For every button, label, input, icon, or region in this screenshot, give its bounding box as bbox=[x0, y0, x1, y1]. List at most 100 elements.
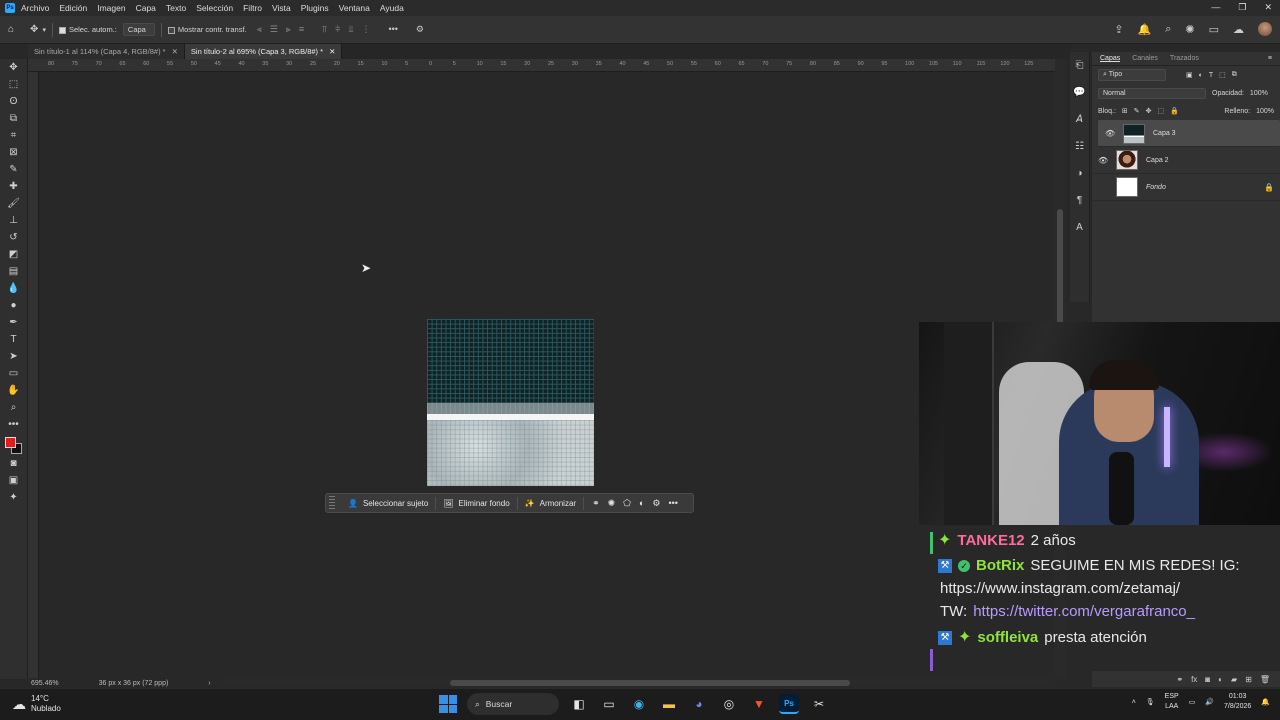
eye-icon[interactable]: 👁 bbox=[1098, 156, 1108, 165]
weather-widget[interactable]: ☁ 14°C Nublado bbox=[12, 694, 61, 714]
tray-arrow-icon[interactable]: ˄ bbox=[1132, 699, 1136, 706]
link-layers-icon[interactable]: ⚭ bbox=[1176, 675, 1183, 684]
menu-imagen[interactable]: Imagen bbox=[97, 3, 125, 13]
pen-tool-icon[interactable]: ✒ bbox=[0, 314, 27, 331]
history-icon[interactable]: ⎗ bbox=[1070, 52, 1089, 79]
tab-channels[interactable]: Canales bbox=[1132, 55, 1158, 62]
more-options-icon[interactable]: ••• bbox=[669, 498, 678, 509]
menu-filtro[interactable]: Filtro bbox=[243, 3, 262, 13]
menu-texto[interactable]: Texto bbox=[166, 3, 186, 13]
align-top-icon[interactable]: ⫪ bbox=[322, 24, 327, 35]
blur-tool-icon[interactable]: 💧 bbox=[0, 280, 27, 297]
tab-layers[interactable]: Capas bbox=[1100, 55, 1121, 62]
generative-icon[interactable]: ✦ bbox=[0, 489, 27, 506]
panel-menu-icon[interactable]: ≡ bbox=[1268, 55, 1272, 62]
close-icon[interactable]: ✕ bbox=[172, 47, 178, 56]
filter-pixel-icon[interactable]: ▣ bbox=[1186, 71, 1193, 79]
auto-select-checkbox[interactable] bbox=[58, 25, 69, 34]
opacity-input[interactable]: 100% bbox=[1250, 90, 1268, 97]
settings-icon[interactable]: ⚙ bbox=[652, 498, 660, 509]
layer-name[interactable]: Capa 2 bbox=[1146, 157, 1169, 164]
close-icon[interactable]: ✕ bbox=[329, 47, 335, 56]
paragraph-icon[interactable]: ¶ bbox=[1070, 187, 1089, 214]
filter-type-icon[interactable]: T bbox=[1209, 72, 1213, 79]
lock-pixels-icon[interactable]: ✎ bbox=[1134, 107, 1140, 115]
filter-adjust-icon[interactable]: ◐ bbox=[1199, 72, 1203, 79]
tab-paths[interactable]: Trazados bbox=[1170, 55, 1199, 62]
photoshop-taskbar-icon[interactable]: Ps bbox=[779, 694, 799, 714]
type-tool-icon[interactable]: T bbox=[0, 331, 27, 348]
zoom-tool-icon[interactable]: ⌕ bbox=[0, 399, 27, 416]
language-indicator[interactable]: ESP LAA bbox=[1165, 692, 1179, 712]
lock-all-icon[interactable]: 🔒 bbox=[1170, 107, 1179, 115]
menu-vista[interactable]: Vista bbox=[272, 3, 291, 13]
adjust-icon[interactable]: ✺ bbox=[608, 498, 616, 509]
zoom-level[interactable]: 695.46% bbox=[31, 680, 59, 687]
discord-icon[interactable]: ◕ bbox=[689, 694, 709, 714]
harmonize-button[interactable]: ✨ Armonizar bbox=[518, 496, 585, 510]
lasso-tool-icon[interactable]: ʘ bbox=[0, 93, 27, 110]
adjustments-icon[interactable]: ◑ bbox=[1070, 160, 1089, 187]
fx-icon[interactable]: fx bbox=[1191, 675, 1197, 684]
snipping-tool-icon[interactable]: ✂ bbox=[809, 694, 829, 714]
align-right-icon[interactable]: ⫸ bbox=[286, 24, 291, 35]
new-group-icon[interactable]: ▰ bbox=[1231, 675, 1237, 684]
marquee-tool-icon[interactable]: ⬚ bbox=[0, 76, 27, 93]
edge-browser-icon[interactable]: ◉ bbox=[629, 694, 649, 714]
quick-mask-icon[interactable]: ◙ bbox=[0, 455, 27, 472]
brave-browser-icon[interactable]: ▼ bbox=[749, 694, 769, 714]
chevron-down-icon[interactable]: ▾ bbox=[42, 26, 46, 34]
windows-start-icon[interactable] bbox=[439, 695, 457, 713]
crop-tool-icon[interactable]: ⌗ bbox=[0, 127, 27, 144]
lock-icon[interactable]: 🔒 bbox=[1264, 183, 1274, 192]
search-icon[interactable]: ⌕ bbox=[1165, 23, 1171, 36]
document-image[interactable] bbox=[427, 319, 594, 486]
taskbar-search[interactable]: ⌕ Buscar bbox=[467, 693, 559, 715]
contrast-icon[interactable]: ◐ bbox=[639, 498, 644, 509]
fill-input[interactable]: 100% bbox=[1256, 108, 1274, 115]
healing-brush-icon[interactable]: ✚ bbox=[0, 178, 27, 195]
add-mask-icon[interactable]: ◙ bbox=[1205, 675, 1210, 684]
home-icon[interactable]: ⌂ bbox=[8, 24, 14, 35]
align-bottom-icon[interactable]: ⫫ bbox=[348, 24, 353, 35]
menu-ayuda[interactable]: Ayuda bbox=[380, 3, 404, 13]
lock-transparent-icon[interactable]: ⊞ bbox=[1122, 107, 1128, 115]
eyedropper-tool-icon[interactable]: ✎ bbox=[0, 161, 27, 178]
discover-icon[interactable]: ✺ bbox=[1185, 23, 1194, 36]
workspace-icon[interactable]: ▭ bbox=[1209, 23, 1219, 36]
rectangle-tool-icon[interactable]: ▭ bbox=[0, 365, 27, 382]
scroll-thumb[interactable] bbox=[1057, 209, 1063, 339]
microphone-icon[interactable]: 🎙 bbox=[1146, 698, 1155, 706]
move-tool-icon[interactable]: ✥ bbox=[0, 59, 27, 76]
avatar[interactable] bbox=[1258, 22, 1272, 36]
align-center-icon[interactable]: ☰ bbox=[270, 24, 278, 35]
distribute-icon[interactable]: ≡ bbox=[299, 24, 304, 35]
chevron-right-icon[interactable]: › bbox=[208, 680, 210, 687]
screen-mode-icon[interactable]: ▣ bbox=[0, 472, 27, 489]
chat-link[interactable]: https://twitter.com/vergarafranco_ bbox=[973, 600, 1195, 623]
lock-position-icon[interactable]: ✥ bbox=[1146, 107, 1152, 115]
auto-select-dropdown[interactable]: Capa bbox=[122, 23, 155, 36]
layer-row-capa-3[interactable]: 👁 Capa 3 bbox=[1098, 120, 1280, 147]
eye-icon[interactable]: 👁 bbox=[1105, 129, 1115, 138]
new-layer-icon[interactable]: ⊞ bbox=[1245, 675, 1252, 684]
obs-icon[interactable]: ◎ bbox=[719, 694, 739, 714]
tab-document-1[interactable]: Sin título-1 al 114% (Capa 4, RGB/8#) * … bbox=[28, 44, 185, 59]
object-select-tool-icon[interactable]: ⧉ bbox=[0, 110, 27, 127]
character-icon[interactable]: 𝘈 bbox=[1070, 106, 1089, 133]
drag-handle[interactable] bbox=[329, 496, 335, 510]
volume-icon[interactable]: 🔊 bbox=[1205, 698, 1214, 706]
layer-row-capa-2[interactable]: 👁 Capa 2 bbox=[1092, 147, 1280, 174]
move-tool-icon[interactable]: ✥ bbox=[30, 24, 38, 35]
cloud-icon[interactable]: ☁ bbox=[1233, 23, 1244, 36]
hand-tool-icon[interactable]: ✋ bbox=[0, 382, 27, 399]
comments-icon[interactable]: 💬 bbox=[1070, 79, 1089, 106]
more-options-icon[interactable]: ••• bbox=[388, 24, 397, 35]
foreground-color[interactable] bbox=[5, 437, 16, 448]
stamp-tool-icon[interactable]: ⊥ bbox=[0, 212, 27, 229]
history-brush-icon[interactable]: ↺ bbox=[0, 229, 27, 246]
gradient-tool-icon[interactable]: ▤ bbox=[0, 263, 27, 280]
color-swatches[interactable] bbox=[0, 433, 27, 455]
menu-capa[interactable]: Capa bbox=[136, 3, 156, 13]
eraser-tool-icon[interactable]: ◩ bbox=[0, 246, 27, 263]
